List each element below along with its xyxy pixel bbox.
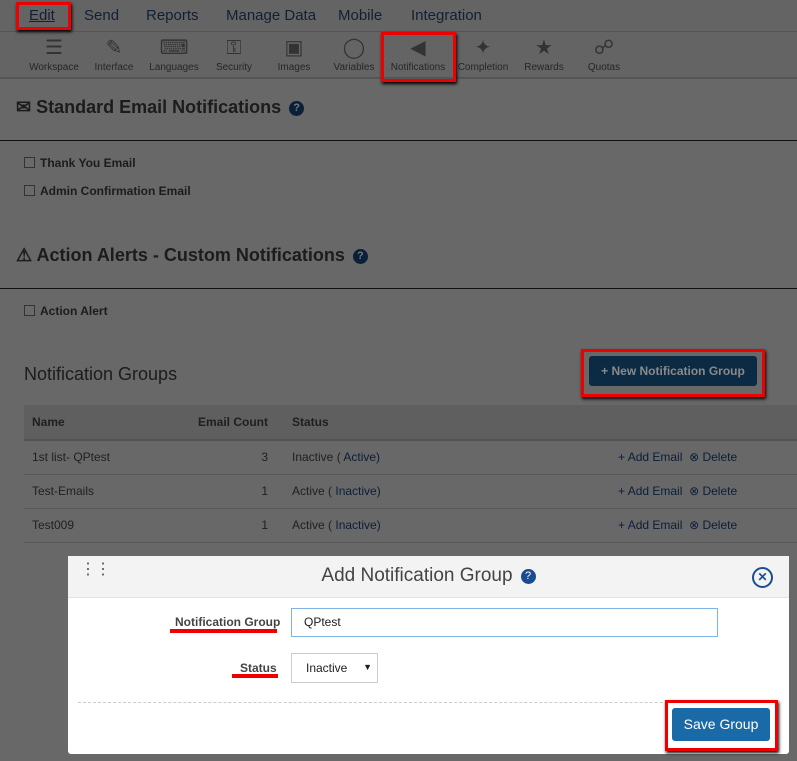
notification-group-label: Notification Group [175,615,281,629]
divider [0,288,797,289]
new-notification-group-button[interactable]: + New Notification Group [589,356,757,386]
standard-heading: ✉ Standard Email Notifications? [16,97,305,118]
help-icon[interactable]: ? [352,249,368,264]
checkbox-admin-confirmation[interactable]: Admin Confirmation Email [24,184,191,198]
help-icon[interactable]: ? [289,101,305,116]
tool-row: ☰ Workspace ✎ Interface ⌨ Languages ⚿ Securi… [0,32,797,79]
status-toggle[interactable]: Inactive) [335,484,380,498]
warning-icon: ⚠ [16,245,33,265]
megaphone-icon: ◀ [410,37,426,59]
nav-mobile[interactable]: Mobile [338,7,382,24]
variables-icon: ◯ [342,37,366,59]
annotation-underline [232,674,278,678]
tool-variables[interactable]: ◯ Variables [319,34,389,73]
status-toggle[interactable]: Inactive) [335,518,380,532]
add-email-button[interactable]: + Add Email [618,518,682,532]
annotation-underline [170,629,277,633]
checkbox-thank-you[interactable]: Thank You Email [24,156,136,170]
groups-heading: Notification Groups [24,364,178,384]
nav-reports[interactable]: Reports [146,7,199,24]
nav-send[interactable]: Send [84,7,119,24]
tool-notifications[interactable]: ◀ Notifications [383,34,453,73]
add-notification-group-dialog: ⋮⋮ Add Notification Group? ✕ Notificatio… [68,556,789,754]
table-row: 1st list- QPtest 3 Inactive ( Active) + Add… [24,440,797,475]
help-icon[interactable]: ? [520,569,536,584]
table-row: Test-Emails 1 Active ( Inactive) + Add Emai… [24,474,797,509]
groups-table: Name Email Count Status 1st list- QPtest 3 I… [24,405,797,543]
tool-completion[interactable]: ✦ Completion [448,34,518,73]
close-icon[interactable]: ✕ [752,567,773,588]
add-email-button[interactable]: + Add Email [618,484,682,498]
completion-icon: ✦ [474,37,492,59]
tool-quotas[interactable]: ☍ Quotas [569,34,639,73]
table-row: Test009 1 Active ( Inactive) + Add Email ⊗ … [24,508,797,543]
nav-edit[interactable]: Edit [29,7,55,24]
nav-integration[interactable]: Integration [411,7,482,24]
alerts-heading: ⚠ Action Alerts - Custom Notifications? [16,245,368,266]
envelope-icon: ✉ [16,97,32,117]
status-toggle[interactable]: Active) [343,450,380,464]
notification-group-input[interactable]: QPtest [291,608,718,637]
quotas-icon: ☍ [593,37,615,59]
chevron-down-icon: ▼ [363,662,372,672]
add-email-button[interactable]: + Add Email [618,450,682,464]
divider [0,140,797,141]
delete-button[interactable]: ⊗ Delete [689,450,737,464]
delete-button[interactable]: ⊗ Delete [689,518,737,532]
checkbox-action-alert[interactable]: Action Alert [24,304,108,318]
status-select[interactable]: Inactive ▼ [291,653,378,683]
dialog-header: ⋮⋮ Add Notification Group? ✕ [68,556,789,598]
dialog-title: Add Notification Group? [68,565,789,587]
top-nav: Edit Send Reports Manage Data Mobile Int… [0,0,797,32]
divider [78,702,778,703]
save-group-button[interactable]: Save Group [672,708,770,741]
status-label: Status [240,661,277,675]
delete-button[interactable]: ⊗ Delete [689,484,737,498]
nav-manage-data[interactable]: Manage Data [226,7,316,24]
